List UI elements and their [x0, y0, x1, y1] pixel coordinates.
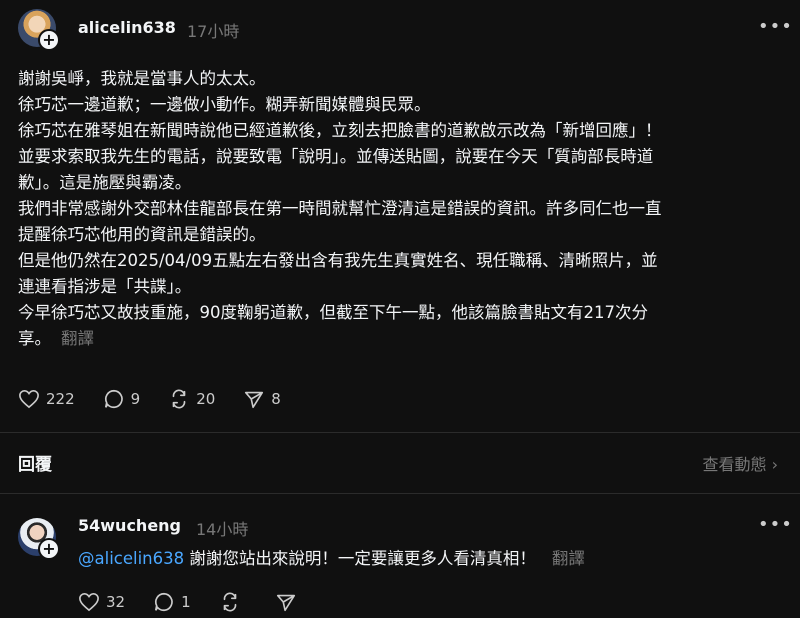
- like-count: 222: [46, 390, 75, 408]
- comment-icon: [104, 389, 123, 409]
- post-line: 徐巧芯一邊道歉；一邊做小動作。糊弄新聞媒體與民眾。: [18, 95, 431, 114]
- translate-link[interactable]: 翻譯: [552, 549, 585, 568]
- divider: [0, 493, 800, 494]
- share-count: 8: [271, 390, 281, 408]
- post-line: 歉」。這是施壓與霸凌。: [18, 173, 192, 192]
- repost-count: 20: [196, 390, 216, 408]
- post-body: 謝謝吳崢，我就是當事人的太太。 徐巧芯一邊道歉；一邊做小動作。糊弄新聞媒體與民眾…: [18, 66, 788, 352]
- reply-username[interactable]: 54wucheng: [78, 516, 181, 535]
- view-activity-link[interactable]: 查看動態 ›: [703, 451, 779, 475]
- reply-time: 14小時: [196, 520, 249, 539]
- post-line: 我們非常感謝外交部林佳龍部長在第一時間就幫忙澄清這是錯誤的資訊。許多同仁也一直: [18, 199, 662, 218]
- reply-actions: 32 1: [78, 591, 331, 613]
- post-line: 但是他仍然在2025/04/09五點左右發出含有我先生真實姓名、現任職稱、清晰照…: [18, 251, 658, 270]
- like-count: 32: [106, 593, 126, 611]
- post-line: 提醒徐巧芯他用的資訊是錯誤的。: [18, 225, 266, 244]
- post-line: 並要求索取我先生的電話，說要致電「說明」。並傳送貼圖，說要在今天「質詢部長時道: [18, 147, 654, 166]
- repost-icon: [223, 592, 236, 612]
- comment-icon: [155, 592, 173, 612]
- send-icon: [245, 391, 264, 409]
- more-horizontal-icon[interactable]: •••: [758, 16, 793, 37]
- reply-body: @alicelin638 謝謝您站出來說明！一定要讓更多人看清真相！ 翻譯: [78, 545, 585, 569]
- like-button[interactable]: 222: [18, 389, 75, 409]
- repost-icon: [172, 389, 186, 409]
- post-last-line: 享。 翻譯: [18, 326, 788, 352]
- mention-link[interactable]: @alicelin638: [78, 549, 184, 568]
- send-icon: [276, 594, 295, 612]
- comment-button[interactable]: 9: [103, 388, 141, 410]
- post-line: 謝謝吳崢，我就是當事人的太太。: [18, 69, 266, 88]
- reply-text: 謝謝您站出來說明！一定要讓更多人看清真相！: [184, 549, 536, 568]
- follow-plus-icon[interactable]: +: [38, 538, 60, 560]
- comment-count: 9: [130, 390, 141, 408]
- post-line: 徐巧芯在雅琴姐在新聞時說他已經道歉後，立刻去把臉書的道歉啟示改為「新增回應」！: [18, 121, 662, 140]
- post-line: 享。: [18, 329, 51, 348]
- more-horizontal-icon[interactable]: •••: [758, 514, 793, 535]
- divider: [0, 432, 800, 433]
- comment-button[interactable]: 1: [153, 591, 191, 613]
- comment-count: 1: [181, 593, 191, 611]
- share-button[interactable]: 8: [243, 388, 281, 410]
- repost-button[interactable]: 20: [168, 388, 215, 410]
- post-actions: 222 9 20 8: [18, 388, 309, 410]
- post-line: 連連看指涉是「共諜」。: [18, 277, 192, 296]
- repost-button[interactable]: [219, 591, 247, 613]
- post-time: 17小時: [187, 22, 240, 41]
- translate-link[interactable]: 翻譯: [61, 329, 94, 348]
- avatar-54wucheng[interactable]: +: [18, 518, 60, 560]
- follow-plus-icon[interactable]: +: [38, 29, 60, 51]
- like-button[interactable]: 32: [78, 592, 125, 612]
- post-username[interactable]: alicelin638: [78, 18, 176, 37]
- heart-icon: [79, 592, 99, 612]
- share-button[interactable]: [275, 591, 303, 613]
- replies-title: 回覆: [18, 455, 52, 475]
- heart-icon: [19, 389, 39, 409]
- post-line: 今早徐巧芯又故技重施，90度鞠躬道歉，但截至下午一點，他該篇臉書貼文有217次分: [18, 303, 648, 322]
- avatar-alicelin638[interactable]: +: [18, 9, 60, 51]
